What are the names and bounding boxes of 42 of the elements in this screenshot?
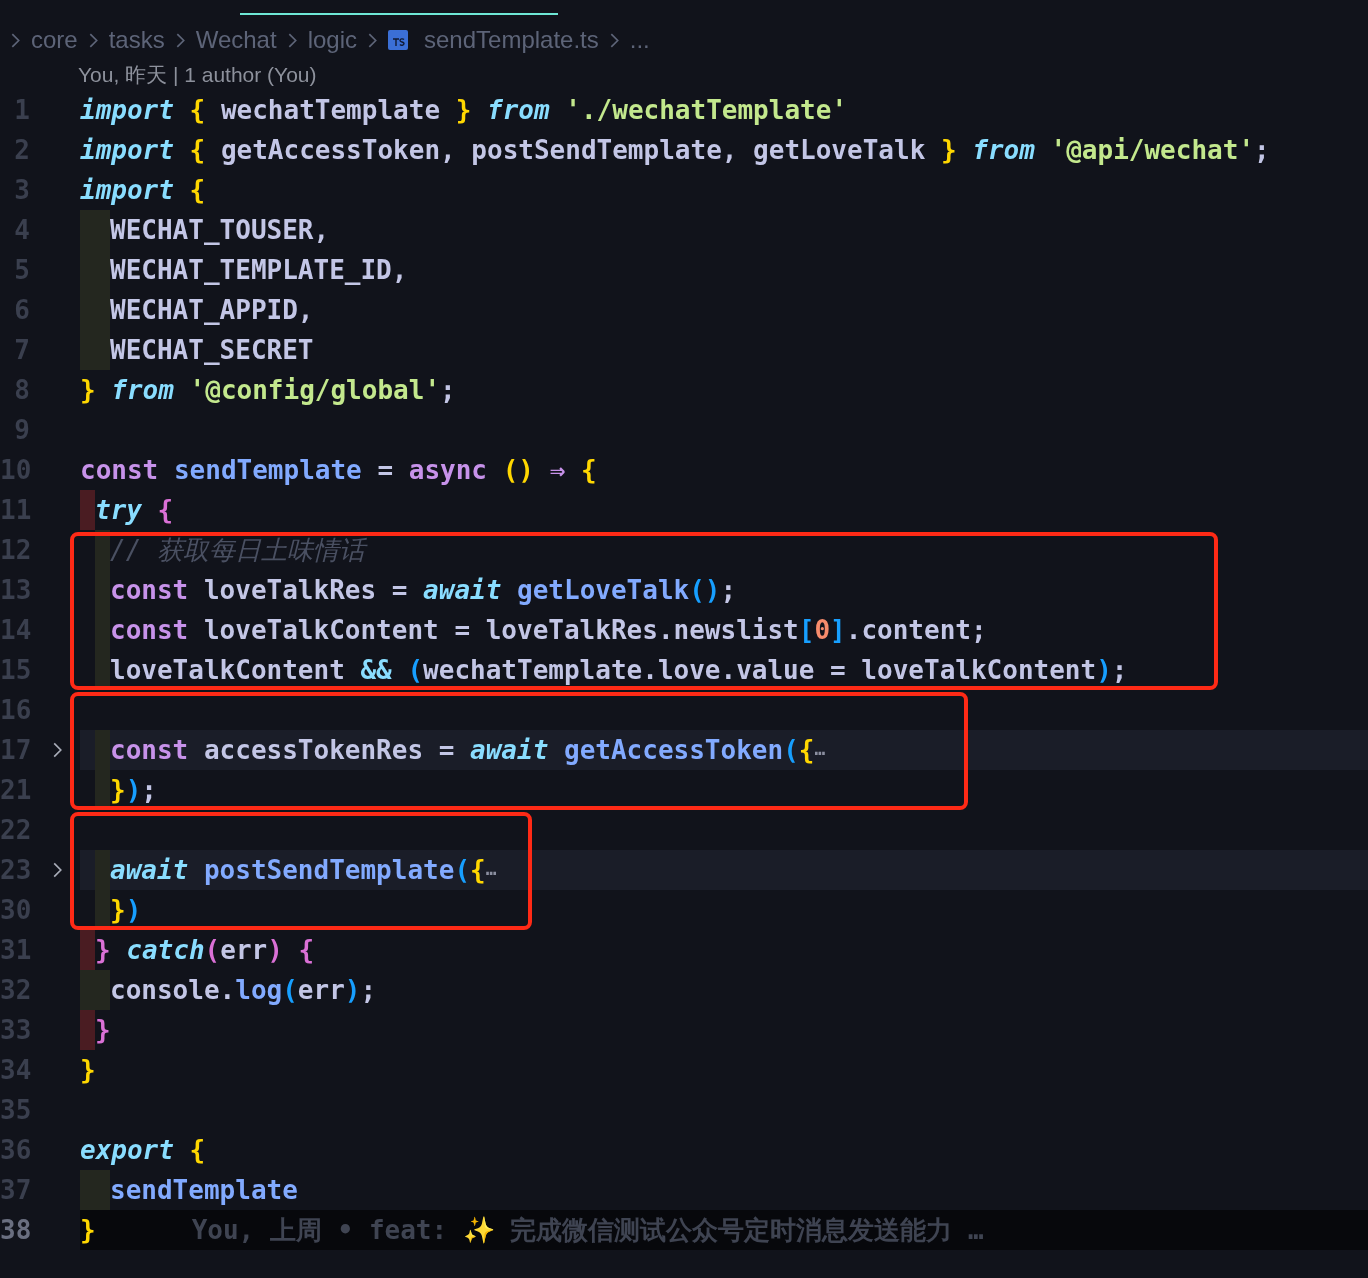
code-line: WECHAT_TOUSER, bbox=[110, 215, 330, 245]
code-line: }) bbox=[110, 895, 142, 925]
chevron-right-icon bbox=[367, 31, 378, 49]
code-line: } catch(err) { bbox=[95, 935, 315, 965]
code-line: WECHAT_TEMPLATE_ID, bbox=[110, 255, 408, 285]
chevron-right-icon bbox=[10, 31, 21, 49]
code-line: console.log(err); bbox=[110, 975, 377, 1005]
code-line: await postSendTemplate({⋯ bbox=[110, 855, 497, 885]
code-line: } from '@config/global'; bbox=[80, 375, 456, 405]
code-line: const loveTalkContent = loveTalkRes.newslist[0].content; bbox=[110, 615, 987, 645]
code-line: import { wechatTemplate } from './wechatTemplate' bbox=[80, 95, 848, 125]
code-line: import { getAccessToken, postSendTemplate, getLoveTalk } from '@api/wechat'; bbox=[80, 135, 1270, 165]
chevron-right-icon bbox=[174, 31, 186, 49]
chevron-right-icon[interactable] bbox=[51, 860, 63, 880]
codelens-author-info[interactable]: You, 昨天 | 1 author (You) bbox=[78, 63, 317, 86]
breadcrumb-item[interactable]: tasks bbox=[108, 26, 165, 54]
code-line: WECHAT_SECRET bbox=[110, 335, 314, 365]
typescript-file-icon bbox=[388, 30, 408, 50]
code-line: } bbox=[95, 1015, 111, 1045]
code-line: try { bbox=[95, 495, 174, 525]
chevron-right-icon bbox=[87, 31, 99, 49]
breadcrumb-item[interactable]: core bbox=[31, 26, 78, 54]
breadcrumb-item[interactable]: logic bbox=[307, 26, 357, 54]
code-line: }); bbox=[110, 775, 157, 805]
code-line: const loveTalkRes = await getLoveTalk(); bbox=[110, 575, 737, 605]
breadcrumb-item[interactable]: Wechat bbox=[195, 26, 277, 54]
line-number: 38 bbox=[0, 1215, 30, 1245]
code-line: export { bbox=[80, 1135, 206, 1165]
code-line: } bbox=[80, 1055, 96, 1085]
code-line: sendTemplate bbox=[110, 1175, 298, 1205]
code-line: import { bbox=[80, 175, 206, 205]
chevron-right-icon bbox=[286, 31, 298, 49]
breadcrumb-item[interactable]: sendTemplate.ts bbox=[424, 26, 599, 54]
code-line: WECHAT_APPID, bbox=[110, 295, 314, 325]
code-line: const sendTemplate = async () ⇒ { bbox=[80, 455, 597, 485]
chevron-right-icon[interactable] bbox=[51, 740, 63, 760]
chevron-right-icon bbox=[608, 31, 620, 49]
code-line: } bbox=[80, 1215, 96, 1245]
code-line: loveTalkContent && (wechatTemplate.love.value = loveTalkContent); bbox=[110, 655, 1128, 685]
breadcrumb-item[interactable]: ... bbox=[629, 26, 650, 54]
code-line: const accessTokenRes = await getAccessToken({⋯ bbox=[110, 735, 826, 765]
inline-blame: You, 上周 • feat: ✨ 完成微信测试公众号定时消息发送能力 … bbox=[191, 1213, 984, 1247]
